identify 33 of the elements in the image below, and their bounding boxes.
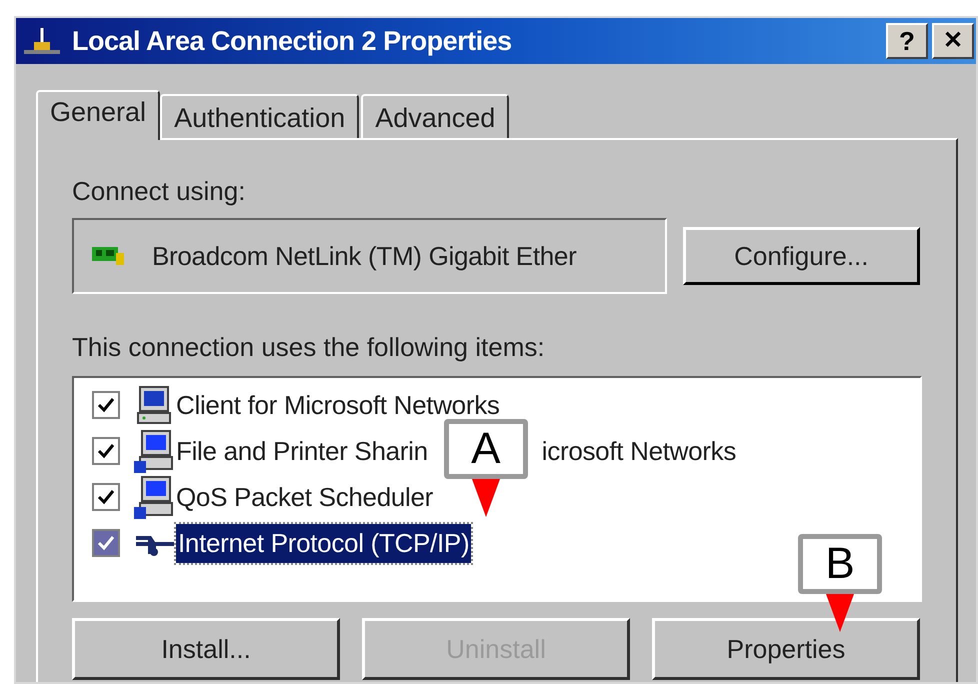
checkbox[interactable] <box>92 391 120 419</box>
computer-icon <box>134 475 174 519</box>
checkbox[interactable] <box>92 529 120 557</box>
checkmark-icon <box>97 443 115 459</box>
pointer-arrow-icon <box>826 594 854 632</box>
connect-using-label: Connect using: <box>72 178 246 204</box>
list-item-text: icrosoft Networks <box>542 434 736 468</box>
close-button[interactable]: ✕ <box>932 23 974 59</box>
checkmark-icon <box>97 535 115 551</box>
action-button[interactable]: Install... <box>72 618 340 680</box>
checkmark-icon <box>97 489 115 505</box>
configure-button[interactable]: Configure... <box>682 227 920 285</box>
window-title: Local Area Connection 2 Properties <box>72 24 512 58</box>
callout-label: B <box>798 534 882 594</box>
tab[interactable]: Advanced <box>361 94 510 138</box>
pointer-arrow-icon <box>472 479 500 517</box>
callout-label: A <box>444 419 528 479</box>
network-connection-icon <box>22 26 62 56</box>
adapter-name: Broadcom NetLink (TM) Gigabit Ether <box>152 240 576 272</box>
help-button[interactable]: ? <box>886 23 928 59</box>
items-label: This connection uses the following items: <box>72 334 546 360</box>
tab[interactable]: General <box>36 90 160 140</box>
list-item[interactable]: QoS Packet Scheduler <box>174 478 436 516</box>
network-card-icon <box>90 245 126 267</box>
checkbox[interactable] <box>92 483 120 511</box>
tab[interactable]: Authentication <box>160 94 360 138</box>
list-item[interactable]: Internet Protocol (TCP/IP) <box>176 524 472 562</box>
list-item[interactable]: File and Printer Sharin <box>174 432 430 470</box>
action-button[interactable]: Properties <box>652 618 920 680</box>
computer-icon <box>134 429 174 473</box>
checkbox[interactable] <box>92 437 120 465</box>
computer-icon <box>134 385 174 425</box>
checkmark-icon <box>97 397 115 413</box>
